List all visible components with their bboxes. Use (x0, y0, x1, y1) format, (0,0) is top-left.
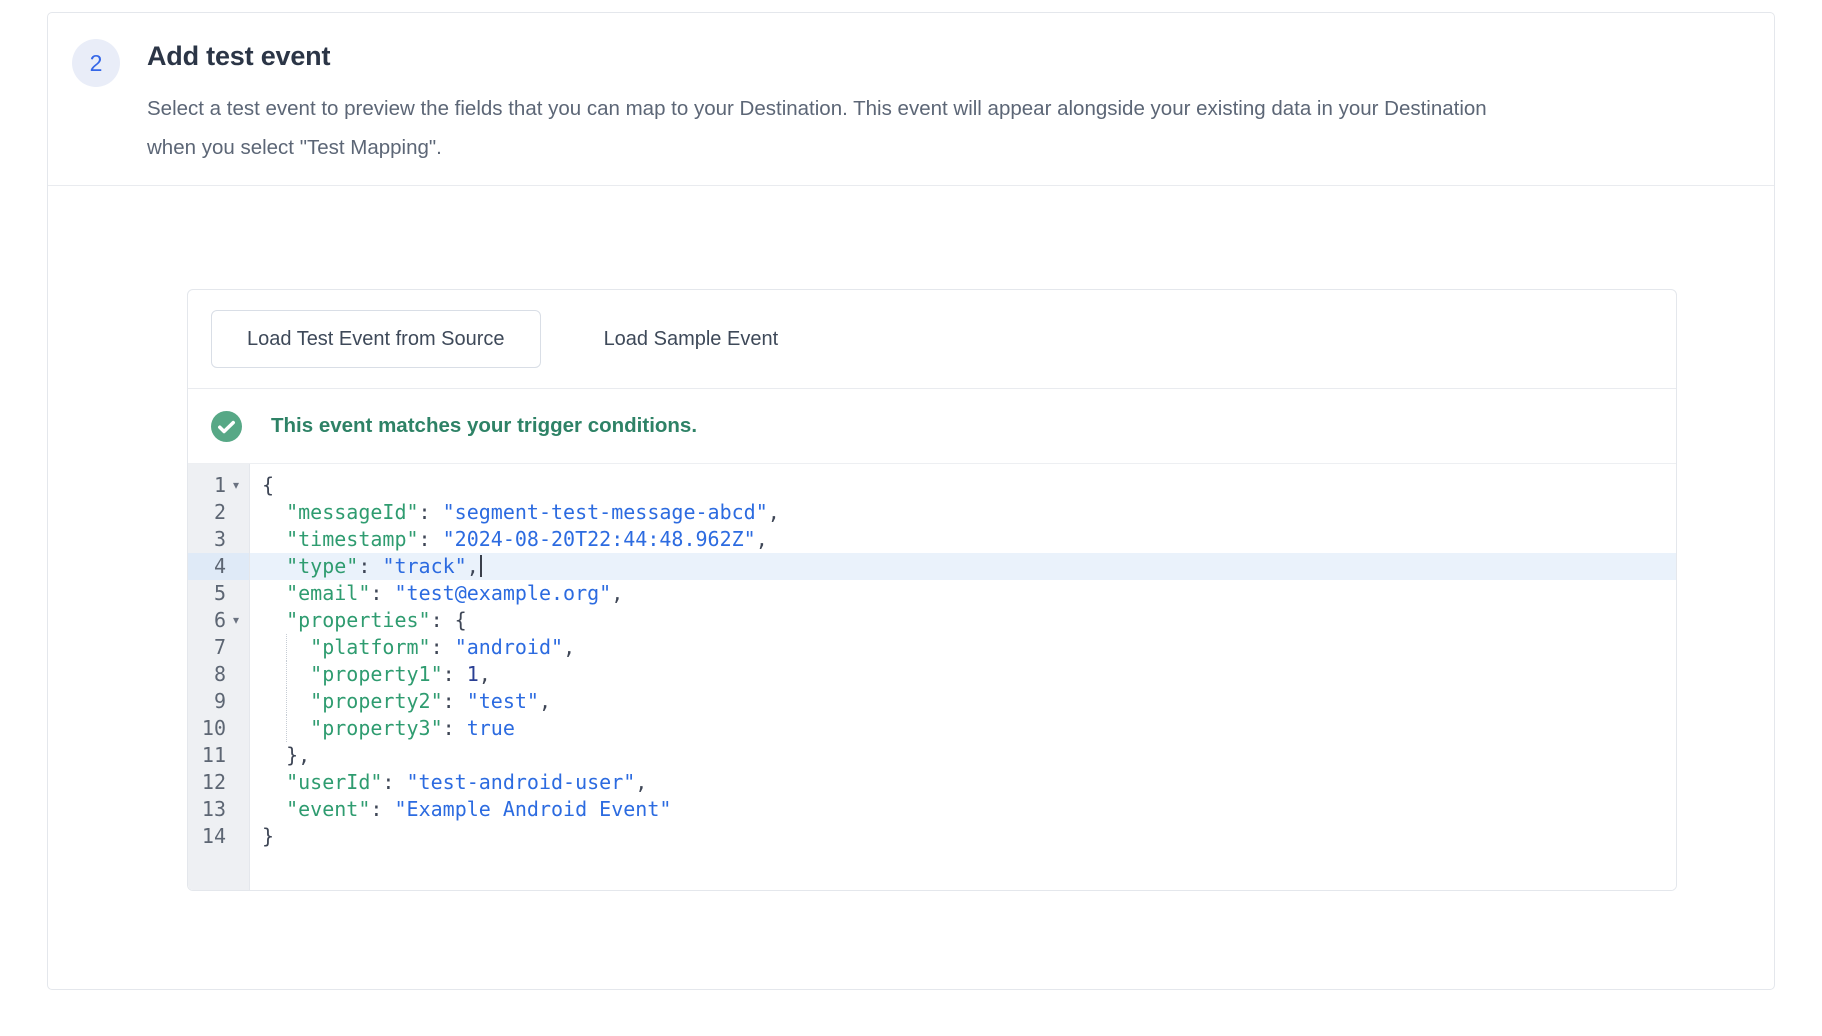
fold-chevron-down-icon[interactable]: ▾ (226, 607, 246, 634)
code-line[interactable]: 10 "property3": true (188, 715, 1676, 742)
load-test-event-button[interactable]: Load Test Event from Source (211, 310, 541, 368)
line-number: 3 (214, 526, 226, 553)
line-number: 13 (202, 796, 226, 823)
code-token: : (443, 689, 467, 713)
code-token: : { (431, 608, 467, 632)
line-number: 8 (214, 661, 226, 688)
code-token: "messageId" (286, 500, 418, 524)
code-line[interactable]: 8 "property1": 1, (188, 661, 1676, 688)
line-number: 9 (214, 688, 226, 715)
code-token: , (756, 527, 768, 551)
code-token: } (262, 824, 274, 848)
code-token: "event" (286, 797, 370, 821)
line-number: 6 (214, 607, 226, 634)
line-number: 2 (214, 499, 226, 526)
line-number: 4 (214, 553, 226, 580)
code-token: true (467, 716, 515, 740)
code-token: "2024-08-20T22:44:48.962Z" (443, 527, 756, 551)
code-token: "email" (286, 581, 370, 605)
code-token: "track" (382, 554, 466, 578)
page-title: Add test event (147, 41, 330, 72)
code-line[interactable]: 6▾ "properties": { (188, 607, 1676, 634)
code-token: : (431, 635, 455, 659)
code-line[interactable]: 1▾ { (188, 472, 1676, 499)
code-token: : (358, 554, 382, 578)
code-token: "android" (455, 635, 563, 659)
code-token: , (539, 689, 551, 713)
line-number: 11 (202, 742, 226, 769)
code-line[interactable]: 12 "userId": "test-android-user", (188, 769, 1676, 796)
code-token: "platform" (310, 635, 430, 659)
step-number: 2 (90, 50, 103, 77)
code-line[interactable]: 3 "timestamp": "2024-08-20T22:44:48.962Z… (188, 526, 1676, 553)
indent-guide (286, 634, 287, 661)
code-token: "userId" (286, 770, 382, 794)
code-token: : (419, 527, 443, 551)
test-event-panel: Load Test Event from Source Load Sample … (187, 289, 1677, 891)
indent-guide (286, 661, 287, 688)
line-number: 5 (214, 580, 226, 607)
editor-top-spacer (188, 464, 1676, 472)
step-description: Select a test event to preview the field… (147, 89, 1502, 167)
trigger-status-row: This event matches your trigger conditio… (188, 389, 1676, 464)
code-token: 1 (467, 662, 479, 686)
code-line[interactable]: 14} (188, 823, 1676, 850)
code-token: "property2" (310, 689, 442, 713)
code-token: "test@example.org" (394, 581, 611, 605)
code-line[interactable]: 9 "property2": "test", (188, 688, 1676, 715)
indent-guide (286, 688, 287, 715)
json-code-editor[interactable]: 1▾{2 "messageId": "segment-test-message-… (188, 464, 1676, 890)
check-circle-icon (211, 411, 242, 442)
code-token: "segment-test-message-abcd" (443, 500, 768, 524)
line-number: 1 (214, 472, 226, 499)
code-token: : (370, 581, 394, 605)
event-source-toolbar: Load Test Event from Source Load Sample … (188, 290, 1676, 389)
code-token: : (443, 716, 467, 740)
code-token: "test" (467, 689, 539, 713)
line-number: 12 (202, 769, 226, 796)
load-sample-event-button[interactable]: Load Sample Event (569, 310, 814, 368)
code-token: : (370, 797, 394, 821)
line-number: 7 (214, 634, 226, 661)
code-token: : (419, 500, 443, 524)
line-number: 10 (202, 715, 226, 742)
code-token: "property3" (310, 716, 442, 740)
editor-bottom-spacer (188, 850, 1676, 890)
code-token: , (467, 554, 479, 578)
code-token: "test-android-user" (407, 770, 636, 794)
indent-guide (286, 715, 287, 742)
code-token: , (563, 635, 575, 659)
code-token: , (635, 770, 647, 794)
code-token: "type" (286, 554, 358, 578)
line-number: 14 (202, 823, 226, 850)
code-token: , (479, 662, 491, 686)
add-test-event-card: 2 Add test event Select a test event to … (47, 12, 1775, 990)
code-token: : (443, 662, 467, 686)
step-number-badge: 2 (72, 39, 120, 87)
code-token: : (382, 770, 406, 794)
fold-chevron-down-icon[interactable]: ▾ (226, 472, 246, 499)
code-line[interactable]: 2 "messageId": "segment-test-message-abc… (188, 499, 1676, 526)
code-line[interactable]: 4 "type": "track", (188, 553, 1676, 580)
header-divider (48, 185, 1774, 186)
code-line[interactable]: 11 }, (188, 742, 1676, 769)
code-line[interactable]: 7 "platform": "android", (188, 634, 1676, 661)
text-cursor (480, 555, 482, 577)
code-token: , (768, 500, 780, 524)
code-line[interactable]: 5 "email": "test@example.org", (188, 580, 1676, 607)
code-token: "properties" (286, 608, 431, 632)
code-line[interactable]: 13 "event": "Example Android Event" (188, 796, 1676, 823)
code-token: "timestamp" (286, 527, 418, 551)
code-token: { (262, 473, 274, 497)
code-token: "property1" (310, 662, 442, 686)
code-token: }, (286, 743, 310, 767)
code-token: "Example Android Event" (394, 797, 671, 821)
code-token: , (611, 581, 623, 605)
trigger-status-message: This event matches your trigger conditio… (271, 414, 697, 438)
